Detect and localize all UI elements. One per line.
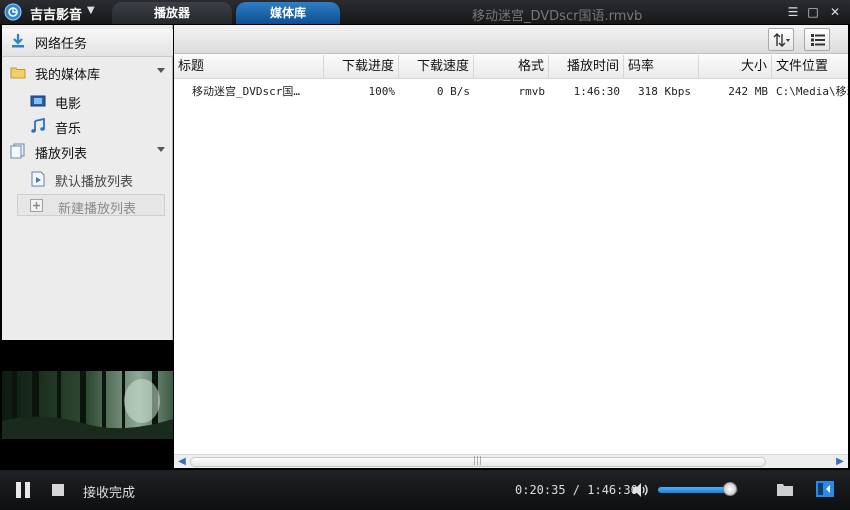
tab-media-library[interactable]: 媒体库 bbox=[236, 2, 340, 24]
library-toolbar bbox=[174, 25, 848, 54]
menu-icon[interactable]: ☰ bbox=[784, 3, 802, 21]
sidebar: 网络任务 我的媒体库 电影 音乐 播放列表 默认播放列表 新建播放列表 bbox=[2, 25, 173, 340]
new-playlist-label: 新建播放列表 bbox=[58, 202, 137, 217]
window-file-title: 移动迷宫_DVDscr国语.rmvb bbox=[472, 9, 643, 24]
close-icon[interactable]: ✕ bbox=[826, 3, 844, 21]
cell-download-speed: 0 B/s bbox=[436, 85, 470, 98]
video-preview[interactable] bbox=[2, 341, 173, 468]
music-note-icon bbox=[31, 118, 45, 133]
column-header-duration[interactable]: 播放时间 bbox=[549, 55, 624, 79]
title-bar: 吉吉影音 ▼ 播放器 媒体库 移动迷宫_DVDscr国语.rmvb ☰ □ ✕ bbox=[0, 0, 850, 24]
maximize-icon[interactable]: □ bbox=[804, 3, 822, 21]
volume-level bbox=[658, 487, 730, 493]
stop-button[interactable] bbox=[52, 484, 64, 496]
sidebar-item-network-tasks[interactable]: 网络任务 bbox=[2, 29, 173, 57]
folder-icon bbox=[10, 67, 26, 79]
pause-button[interactable] bbox=[15, 482, 33, 498]
cell-download-progress: 100% bbox=[368, 85, 396, 98]
film-icon bbox=[30, 95, 46, 107]
list-view-icon bbox=[811, 34, 825, 46]
horizontal-scrollbar[interactable]: ◀ ||| ▶ bbox=[174, 454, 848, 468]
collapse-arrow-icon[interactable] bbox=[157, 68, 165, 73]
media-library-pane: 标题 下载进度 下载速度 格式 播放时间 码率 大小 文件位置 移动迷宫_DVD… bbox=[174, 25, 848, 468]
cell-bitrate: 318 Kbps bbox=[638, 85, 691, 98]
cell-file-location: C:\Media\移动 bbox=[776, 85, 848, 98]
sidebar-item-label: 音乐 bbox=[55, 122, 82, 137]
sidebar-item-label: 默认播放列表 bbox=[55, 175, 134, 190]
scrollbar-thumb[interactable]: ||| bbox=[190, 456, 766, 467]
playlist-icon bbox=[10, 143, 25, 159]
cell-size: 242 MB bbox=[728, 85, 768, 98]
volume-slider[interactable] bbox=[658, 482, 738, 496]
tab-player[interactable]: 播放器 bbox=[112, 2, 232, 24]
sidebar-item-default-playlist[interactable]: 默认播放列表 bbox=[2, 167, 173, 191]
player-control-bar: 接收完成 0:20:35 / 1:46:30 bbox=[0, 470, 850, 510]
app-logo-icon[interactable] bbox=[4, 3, 22, 21]
forest-scene-image bbox=[2, 341, 173, 468]
plus-icon bbox=[30, 199, 43, 212]
scroll-left-arrow-icon[interactable]: ◀ bbox=[175, 456, 189, 468]
open-folder-icon[interactable] bbox=[776, 482, 794, 497]
table-header: 标题 下载进度 下载速度 格式 播放时间 码率 大小 文件位置 bbox=[174, 55, 848, 79]
grip-icon: ||| bbox=[473, 456, 483, 466]
status-text: 接收完成 bbox=[83, 486, 136, 501]
cell-duration: 1:46:30 bbox=[573, 85, 620, 98]
column-header-download-speed[interactable]: 下载速度 bbox=[399, 55, 474, 79]
sidebar-item-my-library[interactable]: 我的媒体库 bbox=[2, 60, 173, 84]
sidebar-item-movies[interactable]: 电影 bbox=[2, 89, 173, 113]
column-header-download-progress[interactable]: 下载进度 bbox=[324, 55, 399, 79]
new-playlist-button[interactable]: 新建播放列表 bbox=[17, 194, 165, 217]
table-row[interactable]: 移动迷宫_DVDscr国… 100% 0 B/s rmvb 1:46:30 31… bbox=[174, 81, 848, 103]
sidebar-item-label: 网络任务 bbox=[35, 37, 88, 52]
cell-title: 移动迷宫_DVDscr国… bbox=[192, 85, 300, 98]
collapse-arrow-icon[interactable] bbox=[157, 147, 165, 152]
cell-format: rmvb bbox=[518, 85, 546, 98]
sort-button[interactable] bbox=[768, 28, 794, 51]
app-menu-chevron-icon[interactable]: ▼ bbox=[87, 5, 99, 19]
column-header-title[interactable]: 标题 bbox=[174, 55, 324, 79]
sort-icon bbox=[773, 33, 790, 47]
download-icon bbox=[12, 34, 24, 48]
sidebar-item-label: 播放列表 bbox=[35, 147, 88, 162]
column-header-format[interactable]: 格式 bbox=[474, 55, 549, 79]
sidebar-item-playlists[interactable]: 播放列表 bbox=[2, 139, 173, 163]
column-header-file-location[interactable]: 文件位置 bbox=[772, 55, 848, 79]
sidebar-item-music[interactable]: 音乐 bbox=[2, 114, 173, 138]
sidebar-item-label: 电影 bbox=[55, 97, 82, 112]
volume-knob[interactable] bbox=[723, 482, 737, 496]
volume-icon[interactable] bbox=[632, 482, 650, 498]
play-document-icon bbox=[31, 171, 45, 187]
column-header-bitrate[interactable]: 码率 bbox=[624, 55, 699, 79]
list-view-button[interactable] bbox=[804, 28, 830, 51]
column-header-size[interactable]: 大小 bbox=[699, 55, 772, 79]
playback-time: 0:20:35 / 1:46:30 bbox=[515, 483, 638, 497]
scroll-right-arrow-icon[interactable]: ▶ bbox=[833, 456, 847, 468]
toggle-sidebar-icon[interactable] bbox=[816, 481, 834, 497]
app-name[interactable]: 吉吉影音 bbox=[30, 4, 82, 23]
sidebar-item-label: 我的媒体库 bbox=[35, 68, 101, 83]
